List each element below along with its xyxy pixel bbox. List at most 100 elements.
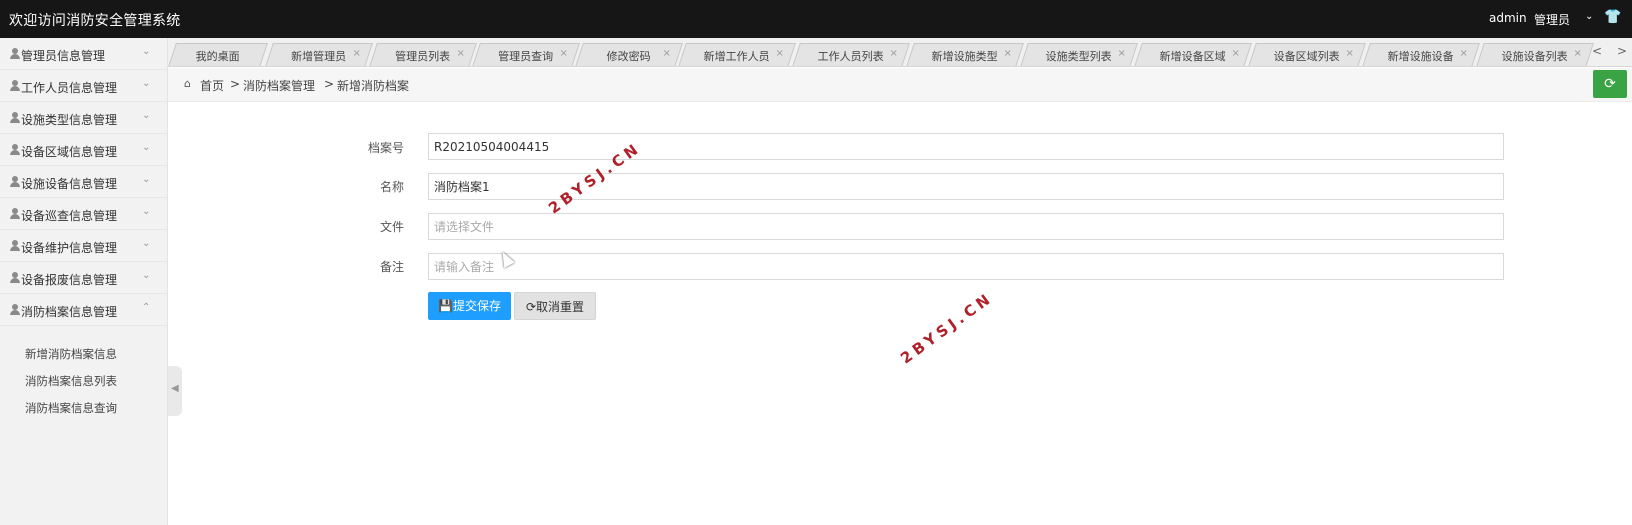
tab-label: 我的桌面 [195, 50, 240, 63]
close-icon[interactable]: × [559, 48, 567, 59]
close-icon[interactable]: × [352, 48, 360, 59]
close-icon[interactable]: × [889, 48, 897, 59]
user-icon [10, 240, 20, 252]
sidebar-item-label: 设备报废信息管理 [21, 273, 118, 287]
user-icon [10, 112, 20, 124]
sidebar-item-fire-archive[interactable]: 消防档案信息管理 ⌃ [0, 294, 168, 326]
tab-label: 新增设备区域 [1159, 50, 1226, 63]
sidebar-item-label: 工作人员信息管理 [21, 81, 118, 95]
breadcrumb-separator: > [230, 77, 241, 91]
tab-add-admin[interactable]: 新增管理员 × [265, 43, 373, 66]
breadcrumb-separator: > [324, 77, 335, 91]
user-icon [10, 48, 20, 60]
sidebar-item-label: 设施类型信息管理 [21, 113, 118, 127]
chevron-left-icon: ◀ [171, 383, 179, 394]
sidebar-item-label: 设备维护信息管理 [21, 241, 118, 255]
sidebar: 管理员信息管理 ⌄ 工作人员信息管理 ⌄ 设施类型信息管理 ⌄ 设备区域信息管理… [0, 38, 168, 525]
remark-input[interactable] [428, 253, 1504, 280]
sidebar-item-facility-device[interactable]: 设施设备信息管理 ⌄ [0, 166, 168, 198]
sidebar-item-label: 设施设备信息管理 [21, 177, 118, 191]
tab-scroll-left-icon[interactable]: < [1592, 44, 1602, 58]
tab-facility-device-list[interactable]: 设施设备列表 × [1476, 43, 1594, 66]
close-icon[interactable]: × [1459, 48, 1467, 59]
file-label: 文件 [379, 220, 404, 234]
chevron-down-icon: ⌄ [142, 110, 151, 121]
chevron-down-icon: ⌄ [142, 238, 151, 249]
sidebar-item-device-patrol[interactable]: 设备巡查信息管理 ⌄ [0, 198, 168, 230]
close-icon[interactable]: × [775, 48, 783, 59]
user-icon [10, 304, 20, 316]
tab-admin-query[interactable]: 管理员查询 × [472, 43, 580, 66]
close-icon[interactable]: × [1003, 48, 1011, 59]
tab-change-password[interactable]: 修改密码 × [575, 43, 683, 66]
top-bar: 欢迎访问消防安全管理系统 admin 管理员 ⌄ 👕 [0, 0, 1632, 38]
sidebar-item-admin[interactable]: 管理员信息管理 ⌄ [0, 38, 168, 70]
refresh-icon: ⟳ [1604, 76, 1616, 92]
chevron-down-icon: ⌄ [142, 174, 151, 185]
sidebar-item-facility-type[interactable]: 设施类型信息管理 ⌄ [0, 102, 168, 134]
tab-desktop[interactable]: 我的桌面 [168, 43, 268, 66]
sidebar-item-label: 消防档案信息管理 [21, 305, 118, 319]
breadcrumb-current: 新增消防档案 [337, 79, 410, 93]
user-name[interactable]: admin [1489, 11, 1527, 25]
sidebar-subitem-add-archive[interactable]: 新增消防档案信息 [25, 346, 117, 362]
tab-scroll-right-icon[interactable]: > [1617, 44, 1627, 58]
breadcrumb-home[interactable]: 首页 [200, 77, 224, 94]
user-icon [10, 80, 20, 92]
user-icon [10, 176, 20, 188]
close-icon[interactable]: × [1345, 48, 1353, 59]
user-role[interactable]: 管理员 [1534, 11, 1570, 28]
tab-add-staff[interactable]: 新增工作人员 × [678, 43, 796, 66]
chevron-down-icon: ⌄ [142, 270, 151, 281]
app-title: 欢迎访问消防安全管理系统 [9, 13, 181, 29]
chevron-up-icon: ⌃ [142, 302, 151, 313]
tab-label: 工作人员列表 [817, 50, 884, 63]
sidebar-subitem-archive-query[interactable]: 消防档案信息查询 [25, 400, 117, 416]
sidebar-item-device-scrap[interactable]: 设备报废信息管理 ⌄ [0, 262, 168, 294]
sidebar-subitem-archive-list[interactable]: 消防档案信息列表 [25, 373, 117, 389]
theme-shirt-icon[interactable]: 👕 [1604, 9, 1621, 25]
chevron-down-icon: ⌄ [142, 46, 151, 57]
close-icon[interactable]: × [1117, 48, 1125, 59]
chevron-down-icon[interactable]: ⌄ [1585, 11, 1593, 22]
tab-label: 设施设备列表 [1501, 50, 1568, 63]
sidebar-item-label: 设备区域信息管理 [21, 145, 118, 159]
cancel-reset-button[interactable]: ⟳取消重置 [514, 292, 596, 320]
name-label: 名称 [379, 180, 404, 194]
breadcrumb: ⌂ 首页 > 消防档案管理 > 新增消防档案 [168, 68, 1632, 102]
tab-staff-list[interactable]: 工作人员列表 × [792, 43, 910, 66]
remark-label: 备注 [379, 260, 404, 274]
breadcrumb-section[interactable]: 消防档案管理 [243, 77, 315, 94]
sidebar-collapse-handle[interactable]: ◀ [168, 366, 182, 416]
tab-add-facility-device[interactable]: 新增设施设备 × [1362, 43, 1480, 66]
archive-no-label: 档案号 [367, 141, 404, 155]
close-icon[interactable]: × [1573, 48, 1581, 59]
file-input[interactable] [428, 213, 1504, 240]
tab-add-facility-type[interactable]: 新增设施类型 × [906, 43, 1024, 66]
close-icon[interactable]: × [662, 48, 670, 59]
tab-label: 设备区域列表 [1273, 50, 1340, 63]
user-icon [10, 144, 20, 156]
reset-icon: ⟳ [525, 300, 537, 314]
archive-no-input[interactable] [428, 133, 1504, 160]
chevron-down-icon: ⌄ [142, 78, 151, 89]
tab-facility-type-list[interactable]: 设施类型列表 × [1020, 43, 1138, 66]
close-icon[interactable]: × [456, 48, 464, 59]
submit-label: 提交保存 [452, 299, 501, 313]
submit-save-button[interactable]: 💾提交保存 [428, 292, 511, 320]
refresh-button[interactable]: ⟳ [1593, 70, 1627, 98]
tab-bar: 我的桌面 新增管理员 × 管理员列表 × 管理员查询 × 修改密码 × 新增工作人员 × … [168, 38, 1632, 67]
sidebar-item-staff[interactable]: 工作人员信息管理 ⌄ [0, 70, 168, 102]
user-icon [10, 208, 20, 220]
tab-device-area-list[interactable]: 设备区域列表 × [1248, 43, 1366, 66]
tab-admin-list[interactable]: 管理员列表 × [369, 43, 477, 66]
tab-label: 新增设施类型 [931, 50, 998, 63]
tab-add-device-area[interactable]: 新增设备区域 × [1134, 43, 1252, 66]
sidebar-item-device-maintenance[interactable]: 设备维护信息管理 ⌄ [0, 230, 168, 262]
save-icon: 💾 [438, 299, 453, 313]
watermark: 2BYSJ.CN [897, 288, 997, 368]
sidebar-item-device-area[interactable]: 设备区域信息管理 ⌄ [0, 134, 168, 166]
sidebar-item-label: 管理员信息管理 [21, 49, 106, 63]
tab-label: 新增设施设备 [1387, 50, 1454, 63]
close-icon[interactable]: × [1231, 48, 1239, 59]
